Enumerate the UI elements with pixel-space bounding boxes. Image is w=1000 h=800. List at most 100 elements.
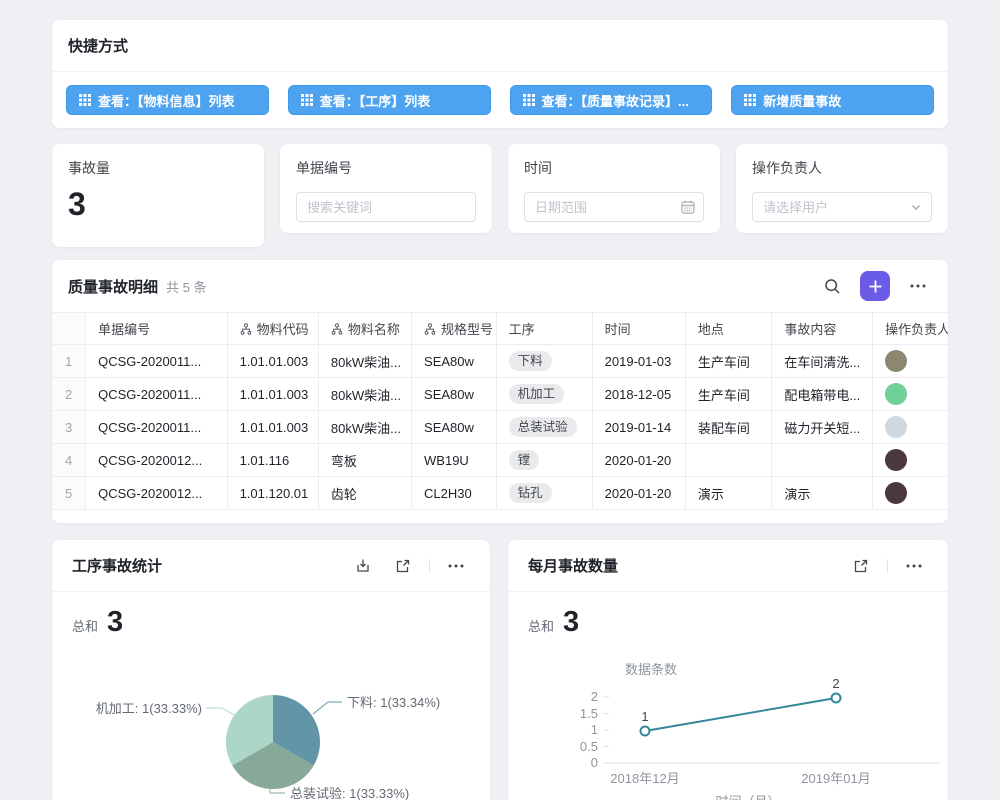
shortcuts-card: 快捷方式 查看：【物料信息】列表 查看：【工序】列表 查看：【质量事故记录】..…: [52, 20, 948, 128]
table-row[interactable]: 1 QCSG-2020011... 1.01.01.003 80kW柴油... …: [52, 345, 948, 378]
row-number: 2: [52, 378, 86, 410]
header-operator[interactable]: 操作负责人: [873, 313, 948, 344]
line-more-button[interactable]: [900, 552, 928, 580]
header-label: 规格型号: [441, 319, 493, 338]
shortcut-label: 查看：【物料信息】列表: [98, 91, 235, 110]
shortcut-view-process-list-button[interactable]: 查看：【工序】列表: [288, 85, 491, 115]
doc-number-label: 单据编号: [296, 158, 476, 178]
cell-process: 下料: [497, 345, 593, 377]
search-button[interactable]: [818, 272, 846, 300]
time-label: 时间: [524, 158, 704, 178]
x-tick-dec2018: 2018年12月: [610, 771, 679, 786]
y-tick: 0.5: [580, 739, 598, 754]
operator-label: 操作负责人: [752, 158, 932, 178]
process-tag: 镗: [509, 450, 540, 470]
shortcut-view-material-list-button[interactable]: 查看：【物料信息】列表: [66, 85, 269, 115]
shortcuts-title: 快捷方式: [68, 35, 128, 56]
cell-material-code: 1.01.01.003: [228, 378, 319, 410]
header-time[interactable]: 时间: [593, 313, 686, 344]
divider: [429, 559, 430, 573]
line-sum-value: 3: [563, 606, 579, 639]
relation-icon: [424, 323, 436, 335]
cell-content: [772, 444, 873, 476]
cell-time: 2019-01-14: [593, 411, 686, 443]
data-point-dec2018[interactable]: [641, 727, 650, 736]
operator-select[interactable]: [752, 192, 932, 222]
add-record-button[interactable]: [860, 271, 890, 301]
doc-number-search-input[interactable]: [296, 192, 476, 222]
cell-doc-number: QCSG-2020011...: [86, 345, 227, 377]
grid-icon: [301, 94, 313, 106]
row-number: 5: [52, 477, 86, 509]
search-icon: [824, 278, 841, 295]
cell-time: 2019-01-03: [593, 345, 686, 377]
process-tag: 总装试验: [509, 417, 577, 437]
header-label: 物料名称: [348, 319, 400, 338]
cell-content: 在车间清洗...: [772, 345, 873, 377]
x-tick-jan2019: 2019年01月: [801, 771, 870, 786]
cell-material-name: 齿轮: [319, 477, 412, 509]
header-doc-number[interactable]: 单据编号: [86, 313, 227, 344]
shortcut-view-quality-records-button[interactable]: 查看：【质量事故记录】...: [510, 85, 713, 115]
download-chart-button[interactable]: [349, 552, 377, 580]
shortcut-add-quality-accident-button[interactable]: 新增质量事故: [731, 85, 934, 115]
table-more-button[interactable]: [904, 272, 932, 300]
avatar: [885, 449, 907, 471]
pie-chart-title: 工序事故统计: [72, 555, 162, 576]
plus-icon: [868, 279, 883, 294]
cell-material-name: 弯板: [319, 444, 412, 476]
cell-doc-number: QCSG-2020011...: [86, 411, 227, 443]
quality-accident-table-card: 质量事故明细 共 5 条 单据编号 物料代码 物料名称 规格型号: [52, 260, 948, 523]
table-row[interactable]: 2 QCSG-2020011... 1.01.01.003 80kW柴油... …: [52, 378, 948, 411]
shortcuts-title-row: 快捷方式: [52, 20, 948, 72]
operator-filter-card: 操作负责人: [736, 144, 948, 233]
cell-process: 镗: [497, 444, 593, 476]
cell-spec: WB19U: [412, 444, 497, 476]
table-row[interactable]: 5 QCSG-2020012... 1.01.120.01 齿轮 CL2H30 …: [52, 477, 948, 510]
pie-sum-value: 3: [107, 606, 123, 639]
point-label: 1: [641, 709, 648, 724]
process-tag: 机加工: [509, 384, 565, 404]
pie-more-button[interactable]: [442, 552, 470, 580]
pie-callout-line: [206, 708, 234, 715]
grid-icon: [79, 94, 91, 106]
header-spec-model[interactable]: 规格型号: [412, 313, 497, 344]
expand-chart-button[interactable]: [847, 552, 875, 580]
header-content[interactable]: 事故内容: [772, 313, 873, 344]
data-line: [645, 698, 836, 731]
cell-content: 磁力开关短...: [772, 411, 873, 443]
cell-material-name: 80kW柴油...: [319, 345, 412, 377]
x-axis-title: 时间（月）: [715, 794, 780, 800]
cell-time: 2020-01-20: [593, 477, 686, 509]
header-material-code[interactable]: 物料代码: [228, 313, 319, 344]
table-row[interactable]: 4 QCSG-2020012... 1.01.116 弯板 WB19U 镗 20…: [52, 444, 948, 477]
process-tag: 钻孔: [509, 483, 552, 503]
line-chart: 数据条数 2 1.5 1 0.5 0 1 2 2018年12月 2019年01月…: [508, 650, 948, 800]
download-icon: [355, 558, 371, 574]
y-axis-title: 数据条数: [625, 662, 677, 677]
table-row[interactable]: 3 QCSG-2020011... 1.01.01.003 80kW柴油... …: [52, 411, 948, 444]
expand-chart-button[interactable]: [389, 552, 417, 580]
header-place[interactable]: 地点: [686, 313, 773, 344]
header-process[interactable]: 工序: [497, 313, 593, 344]
accident-count-value: 3: [68, 188, 248, 220]
data-point-jan2019[interactable]: [832, 694, 841, 703]
monthly-accident-count-card: 每月事故数量 总和 3 数据条数 2 1.5 1 0.5 0: [508, 540, 948, 800]
cell-spec: SEA80w: [412, 345, 497, 377]
cell-doc-number: QCSG-2020012...: [86, 444, 227, 476]
cell-operator: [873, 345, 948, 377]
accident-count-label: 事故量: [68, 158, 248, 178]
cell-material-code: 1.01.01.003: [228, 411, 319, 443]
process-accident-stats-card: 工序事故统计 总和 3 机加工: 1(33.33: [52, 540, 490, 800]
cell-time: 2018-12-05: [593, 378, 686, 410]
point-label: 2: [832, 676, 839, 691]
time-filter-card: 时间: [508, 144, 720, 233]
shortcut-label: 查看：【质量事故记录】...: [542, 91, 689, 110]
cell-material-code: 1.01.116: [228, 444, 319, 476]
pie-label-zongzhuangshiyan: 总装试验: 1(33.33%): [290, 786, 409, 800]
header-material-name[interactable]: 物料名称: [319, 313, 412, 344]
date-range-input[interactable]: [524, 192, 704, 222]
table-record-count: 共 5 条: [166, 277, 206, 296]
avatar: [885, 416, 907, 438]
cell-content: 演示: [772, 477, 873, 509]
